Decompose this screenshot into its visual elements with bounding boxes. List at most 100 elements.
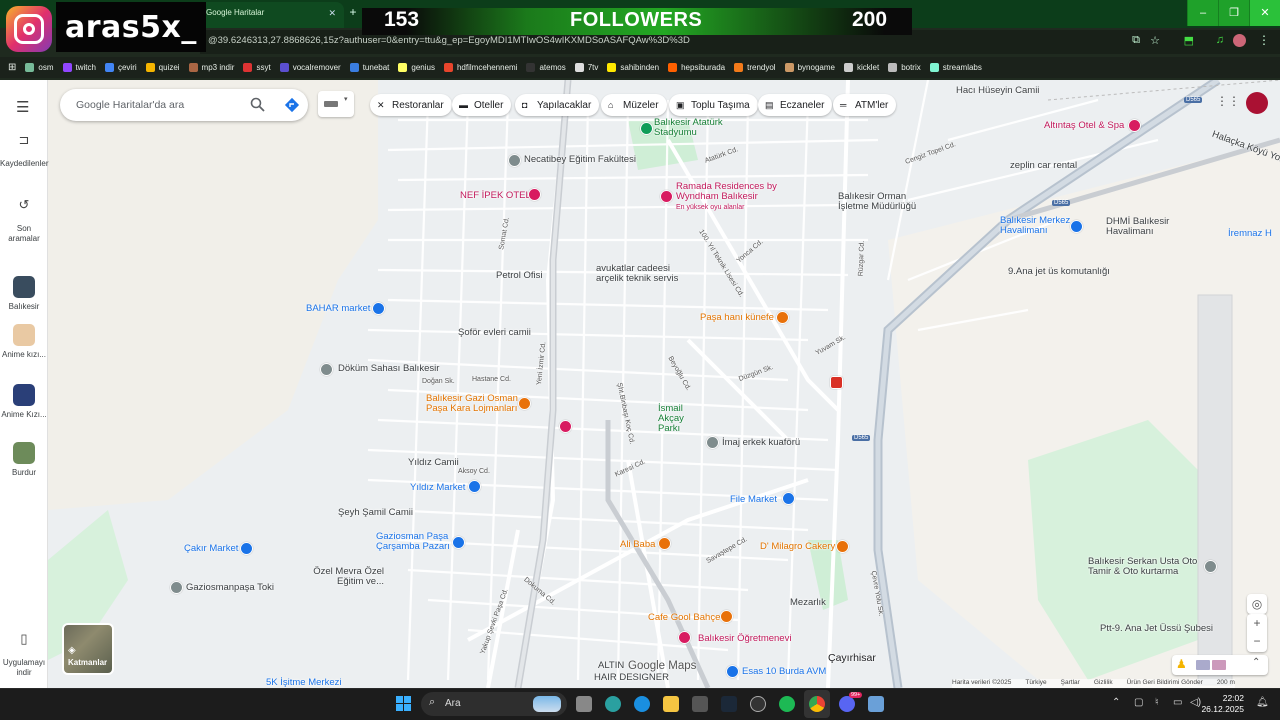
place-seyh-samil[interactable]: Şeyh Şamil Camii bbox=[338, 507, 413, 518]
place-dhmi[interactable]: DHMİ Balıkesir Havalimanı bbox=[1106, 217, 1176, 237]
steam-icon[interactable] bbox=[721, 696, 737, 712]
recent-place-item[interactable]: Anime kızı... bbox=[0, 324, 48, 360]
tray-app-icon[interactable]: ▢ bbox=[1134, 697, 1143, 708]
place-file-market[interactable]: File Market bbox=[730, 494, 777, 505]
attribution-item[interactable]: Gizlilik bbox=[1094, 679, 1113, 688]
bookmark-item[interactable]: streamlabs bbox=[929, 63, 982, 72]
place-iremnaz[interactable]: İremnaz H bbox=[1228, 228, 1272, 239]
stadium-pin-icon[interactable] bbox=[640, 122, 653, 135]
place-ramada[interactable]: Ramada Residences by Wyndham Balıkesir bbox=[676, 182, 786, 202]
input-tools-button[interactable]: ▾ bbox=[318, 91, 354, 117]
edge-icon[interactable] bbox=[634, 696, 650, 712]
bookmark-item[interactable]: quizei bbox=[145, 63, 180, 72]
place-zeplin[interactable]: zeplin car rental bbox=[1010, 160, 1077, 171]
place-ismail-akcay[interactable]: İsmail Akçay Parkı bbox=[658, 404, 708, 434]
chip-6[interactable]: ═ ATM'ler bbox=[833, 94, 897, 116]
hotel-pin-icon[interactable] bbox=[528, 188, 541, 201]
bookmark-item[interactable]: sahibinden bbox=[607, 63, 659, 72]
profile-avatar[interactable] bbox=[1233, 34, 1246, 47]
recent-place-item[interactable]: Balıkesir bbox=[0, 276, 48, 312]
place-pin-icon[interactable] bbox=[1204, 560, 1217, 573]
task-view-icon[interactable] bbox=[576, 696, 592, 712]
recent-place-item[interactable]: Anime Kızı... bbox=[0, 384, 48, 420]
maximize-button[interactable]: ❐ bbox=[1218, 0, 1249, 26]
taskbar-search[interactable]: ⌕ Ara bbox=[421, 692, 567, 716]
minimize-button[interactable]: – bbox=[1187, 0, 1218, 26]
shop-pin-icon[interactable] bbox=[468, 480, 481, 493]
rail-saved[interactable]: ⊐ Kaydedilenler bbox=[0, 133, 48, 169]
url-text[interactable]: @39.6246313,27.8868626,15z?authuser=0&en… bbox=[208, 35, 690, 46]
chip-0[interactable]: ✕ Restoranlar bbox=[370, 94, 452, 116]
bookmark-item[interactable]: osm bbox=[25, 63, 54, 72]
bookmark-item[interactable]: ssyt bbox=[243, 63, 271, 72]
place-pin-icon[interactable] bbox=[706, 436, 719, 449]
chrome-icon[interactable] bbox=[809, 696, 825, 712]
place-toki[interactable]: Gaziosmanpaşa Toki bbox=[186, 582, 274, 593]
place-pazari[interactable]: Gaziosman Paşa Çarşamba Pazarı bbox=[376, 532, 456, 552]
imagery-thumb-icon[interactable] bbox=[1212, 660, 1226, 670]
chip-4[interactable]: ▣ Toplu Taşıma bbox=[669, 94, 758, 116]
chip-1[interactable]: ▬ Oteller bbox=[452, 94, 512, 116]
attribution-item[interactable]: Ürün Geri Bildirimi Gönder bbox=[1127, 679, 1203, 688]
place-nef-ipek[interactable]: NEF İPEK OTEL bbox=[460, 190, 531, 201]
zoom-out-button[interactable]: − bbox=[1247, 633, 1267, 652]
place-esas[interactable]: Esas 10 Burda AVM bbox=[742, 666, 826, 677]
place-petrol[interactable]: Petrol Ofisi bbox=[496, 270, 542, 281]
chip-5[interactable]: ▤ Eczaneler bbox=[758, 94, 833, 116]
expand-icon[interactable]: ⌃ bbox=[1252, 657, 1260, 668]
account-avatar[interactable] bbox=[1246, 92, 1268, 114]
bookmark-item[interactable]: kicklet bbox=[843, 63, 879, 72]
attribution-item[interactable]: 200 m bbox=[1217, 679, 1235, 688]
apps-grid-icon[interactable]: ⋮⋮ bbox=[1216, 94, 1240, 108]
place-mezarlik[interactable]: Mezarlık bbox=[790, 597, 826, 608]
bookmark-item[interactable]: çeviri bbox=[104, 63, 137, 72]
place-bahar[interactable]: BAHAR market bbox=[306, 303, 370, 314]
bookmark-item[interactable]: hepsiburada bbox=[668, 63, 725, 72]
place-yildiz-camii[interactable]: Yıldız Camii bbox=[408, 457, 459, 468]
attribution-item[interactable]: Şartlar bbox=[1061, 679, 1080, 688]
menu-hamburger-icon[interactable]: ☰ bbox=[16, 98, 29, 116]
notification-bell-icon[interactable]: 🔔︎ bbox=[1256, 697, 1269, 708]
spotify-icon[interactable] bbox=[779, 696, 795, 712]
hotel-pin-icon[interactable] bbox=[559, 420, 572, 433]
close-tab-icon[interactable]: ✕ bbox=[328, 8, 336, 19]
hotel-pin-icon[interactable] bbox=[660, 190, 673, 203]
place-isitme[interactable]: 5K İşitme Merkezi bbox=[266, 677, 342, 688]
place-pasa-hani[interactable]: Paşa hanı künefe bbox=[700, 312, 774, 323]
bookmark-item[interactable]: trendyol bbox=[734, 63, 776, 72]
pegman-icon[interactable]: ♟ bbox=[1176, 657, 1187, 671]
store-icon[interactable] bbox=[692, 696, 708, 712]
extensions-icon[interactable]: ⬒ bbox=[1184, 34, 1194, 47]
map-canvas[interactable]: Hacı Hüseyin Camii Altıntaş Otel & Spa B… bbox=[48, 80, 1280, 688]
close-window-button[interactable]: ✕ bbox=[1249, 0, 1280, 26]
bookmark-item[interactable]: hdfilmcehennemi bbox=[443, 63, 517, 72]
rail-recent[interactable]: ↺ Son aramalar bbox=[0, 198, 48, 244]
place-cakir[interactable]: Çakır Market bbox=[184, 543, 238, 554]
my-location-icon[interactable]: ◎ bbox=[1247, 594, 1267, 614]
menu-dots-icon[interactable]: ⋮ bbox=[1258, 33, 1270, 47]
place-pin-icon[interactable] bbox=[320, 363, 333, 376]
restaurant-pin-icon[interactable] bbox=[776, 311, 789, 324]
place-ali-baba[interactable]: Ali Baba bbox=[620, 539, 655, 550]
media-icon[interactable]: ♫ bbox=[1216, 34, 1224, 46]
place-necatibey[interactable]: Necatibey Eğitim Fakültesi bbox=[524, 154, 636, 165]
bookmark-item[interactable]: atemos bbox=[526, 63, 566, 72]
airport-pin-icon[interactable] bbox=[1070, 220, 1083, 233]
place-anajet[interactable]: 9.Ana jet üs komutanlığı bbox=[1008, 266, 1110, 277]
volume-icon[interactable]: ◁) bbox=[1190, 697, 1201, 708]
place-pin-icon[interactable] bbox=[170, 581, 183, 594]
bookmark-item[interactable]: mp3 indir bbox=[188, 63, 234, 72]
file-explorer-icon[interactable] bbox=[663, 696, 679, 712]
app-icon[interactable] bbox=[868, 696, 884, 712]
school-pin-icon[interactable] bbox=[508, 154, 521, 167]
chip-2[interactable]: ◘ Yapılacaklar bbox=[515, 94, 600, 116]
place-ogretmenevi[interactable]: Balıkesir Öğretmenevi bbox=[698, 633, 791, 644]
bookmark-item[interactable]: tunebat bbox=[349, 63, 389, 72]
place-stadium[interactable]: Balıkesir Atatürk Stadyumu bbox=[654, 118, 744, 138]
search-icon[interactable] bbox=[250, 97, 266, 113]
attribution-item[interactable]: Türkiye bbox=[1025, 679, 1046, 688]
place-milagro[interactable]: D' Milagro Cakery bbox=[760, 541, 835, 552]
bookmark-item[interactable]: bynogame bbox=[784, 63, 835, 72]
apps-grid-icon[interactable]: ⊞ bbox=[8, 62, 16, 73]
zoom-in-button[interactable]: + bbox=[1247, 614, 1267, 633]
